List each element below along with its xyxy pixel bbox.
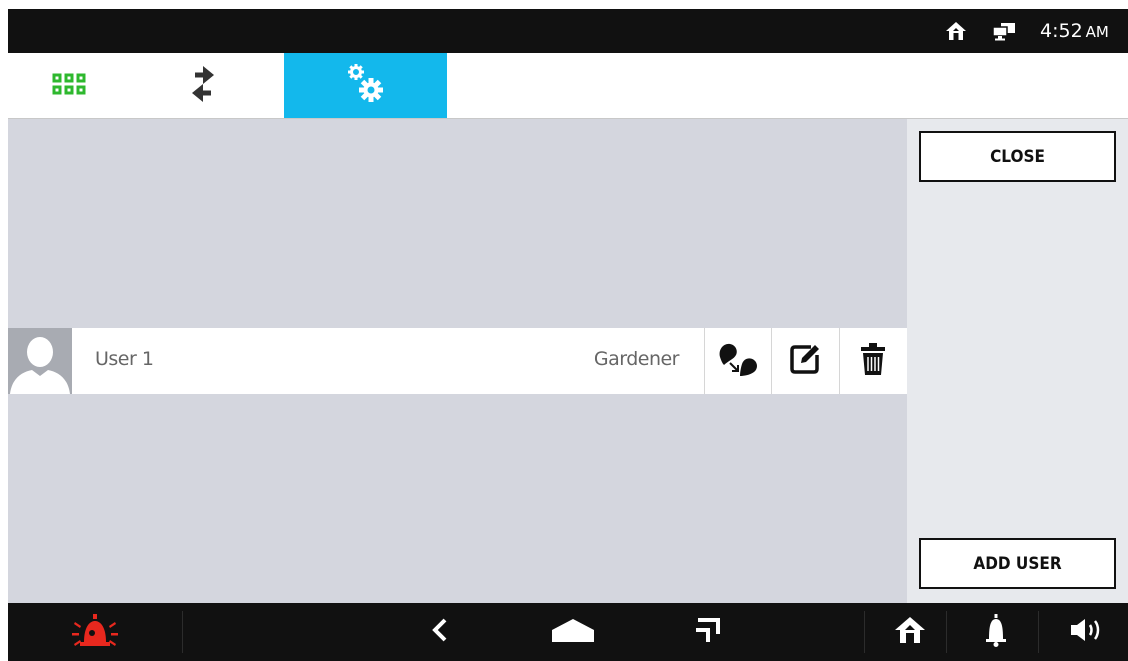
user-name: User 1 bbox=[95, 348, 154, 370]
add-user-button[interactable]: ADD USER bbox=[919, 538, 1116, 589]
trash-icon bbox=[860, 342, 886, 380]
assign-button[interactable] bbox=[704, 328, 771, 394]
delete-button[interactable] bbox=[839, 328, 906, 394]
close-button[interactable]: CLOSE bbox=[919, 131, 1116, 182]
settings-gears-icon bbox=[346, 62, 386, 110]
screen: 4:52 AM User 1 Gardener CLOSE ADD USER bbox=[8, 9, 1128, 661]
tab-bar bbox=[8, 53, 1128, 119]
apps-grid-icon bbox=[52, 73, 86, 99]
status-bar: 4:52 AM bbox=[8, 9, 1128, 53]
nav-divider bbox=[946, 611, 947, 653]
navigation-bar bbox=[8, 603, 1128, 661]
assign-icon bbox=[716, 339, 760, 383]
recent-apps-button[interactable] bbox=[680, 603, 736, 661]
edit-icon bbox=[787, 341, 823, 381]
clock-time: 4:52 bbox=[1040, 20, 1083, 42]
volume-icon bbox=[1069, 617, 1107, 647]
tab-settings[interactable] bbox=[284, 53, 447, 118]
network-icon bbox=[991, 23, 1017, 45]
clock: 4:52 AM bbox=[1040, 19, 1109, 44]
edit-button[interactable] bbox=[771, 328, 838, 394]
bell-icon bbox=[984, 613, 1008, 651]
home-status-icon bbox=[945, 21, 967, 45]
home-icon bbox=[893, 615, 927, 649]
recent-apps-icon bbox=[694, 616, 722, 648]
tab-transfer[interactable] bbox=[138, 53, 268, 118]
back-icon bbox=[431, 618, 449, 646]
alarm-button[interactable] bbox=[8, 603, 182, 661]
user-role: Gardener bbox=[593, 348, 680, 370]
alarm-icon bbox=[70, 612, 120, 652]
nav-divider bbox=[864, 611, 865, 653]
nav-divider bbox=[1038, 611, 1039, 653]
user-list-area: User 1 Gardener bbox=[8, 119, 907, 603]
volume-button[interactable] bbox=[1048, 603, 1128, 661]
clock-ampm: AM bbox=[1085, 23, 1109, 41]
avatar bbox=[8, 328, 72, 394]
tab-apps[interactable] bbox=[8, 53, 130, 118]
notifications-button[interactable] bbox=[956, 603, 1036, 661]
home-nav-button[interactable] bbox=[538, 603, 608, 661]
transfer-arrows-icon bbox=[189, 62, 217, 110]
side-panel: CLOSE ADD USER bbox=[907, 119, 1128, 603]
back-button[interactable] bbox=[412, 603, 468, 661]
home-status-button[interactable] bbox=[874, 603, 946, 661]
home-icon bbox=[550, 617, 596, 647]
list-item[interactable]: User 1 Gardener bbox=[8, 328, 907, 394]
nav-divider bbox=[182, 611, 183, 653]
